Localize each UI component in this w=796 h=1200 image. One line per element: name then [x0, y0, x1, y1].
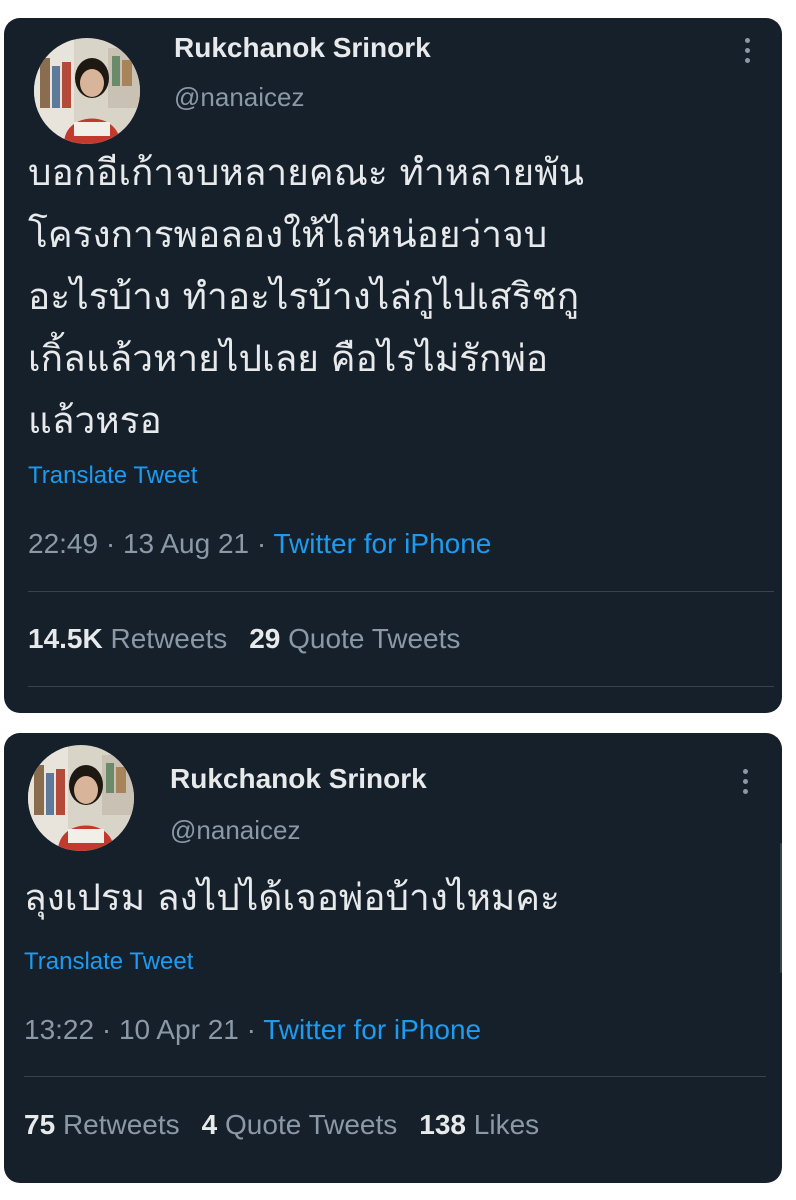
translate-tweet-link[interactable]: Translate Tweet [28, 462, 197, 490]
scrollbar[interactable] [780, 843, 782, 973]
tweet-stats: 14.5K Retweets 29 Quote Tweets [28, 623, 460, 655]
tweet-card: Rukchanok Srinork @nanaicez ลุงเปรม ลงไป… [4, 733, 782, 1183]
tweet-timestamp: 13:22 · 10 Apr 21 · Twitter for iPhone [24, 1014, 481, 1046]
tweet-card: Rukchanok Srinork @nanaicez บอกอีเก้าจบห… [4, 18, 782, 713]
tweet-stats: 75 Retweets 4 Quote Tweets 138 Likes [24, 1109, 539, 1141]
quote-tweets-label: Quote Tweets [225, 1109, 398, 1140]
likes-count: 138 [419, 1109, 466, 1140]
divider [28, 686, 774, 687]
quote-tweets-stat[interactable]: 4 Quote Tweets [202, 1109, 398, 1140]
tweet-date[interactable]: 10 Apr 21 [119, 1014, 239, 1045]
tweet-source-link[interactable]: Twitter for iPhone [273, 528, 491, 559]
avatar[interactable] [34, 38, 140, 144]
avatar[interactable] [28, 745, 134, 851]
tweet-source-link[interactable]: Twitter for iPhone [263, 1014, 481, 1045]
quote-tweets-count: 29 [249, 623, 281, 654]
meta-separator: · [238, 1014, 264, 1045]
quote-tweets-label: Quote Tweets [288, 623, 461, 654]
retweets-label: Retweets [62, 1109, 180, 1140]
quote-tweets-stat[interactable]: 29 Quote Tweets [249, 623, 460, 654]
divider [28, 591, 774, 592]
tweet-time[interactable]: 13:22 [24, 1014, 94, 1045]
avatar-image [34, 38, 140, 144]
quote-tweets-count: 4 [201, 1109, 218, 1140]
retweets-label: Retweets [110, 623, 228, 654]
avatar-image [28, 745, 134, 851]
tweet-text: ลุงเปรม ลงไปได้เจอพ่อบ้างไหมคะ [24, 876, 560, 919]
translate-tweet-link[interactable]: Translate Tweet [24, 948, 193, 976]
author-handle[interactable]: @nanaicez [170, 815, 300, 846]
retweets-count: 14.5K [28, 623, 103, 654]
meta-separator: · [249, 528, 274, 559]
tweet-time[interactable]: 22:49 [28, 528, 98, 559]
likes-label: Likes [473, 1109, 540, 1140]
author-name[interactable]: Rukchanok Srinork [170, 763, 427, 795]
meta-separator: · [94, 1014, 119, 1045]
tweet-timestamp: 22:49 · 13 Aug 21 · Twitter for iPhone [28, 528, 491, 560]
author-name[interactable]: Rukchanok Srinork [174, 32, 431, 64]
tweet-date[interactable]: 13 Aug 21 [123, 528, 249, 559]
more-vertical-icon[interactable] [742, 38, 752, 68]
retweets-stat[interactable]: 14.5K Retweets [28, 623, 227, 654]
retweets-stat[interactable]: 75 Retweets [24, 1109, 180, 1140]
tweet-text: บอกอีเก้าจบหลายคณะ ทำหลายพัน โครงการพอลอ… [28, 151, 584, 442]
retweets-count: 75 [24, 1109, 56, 1140]
divider [24, 1076, 766, 1077]
meta-separator: · [98, 528, 123, 559]
likes-stat[interactable]: 138 Likes [419, 1109, 539, 1140]
author-handle[interactable]: @nanaicez [174, 82, 304, 113]
more-vertical-icon[interactable] [740, 769, 750, 799]
